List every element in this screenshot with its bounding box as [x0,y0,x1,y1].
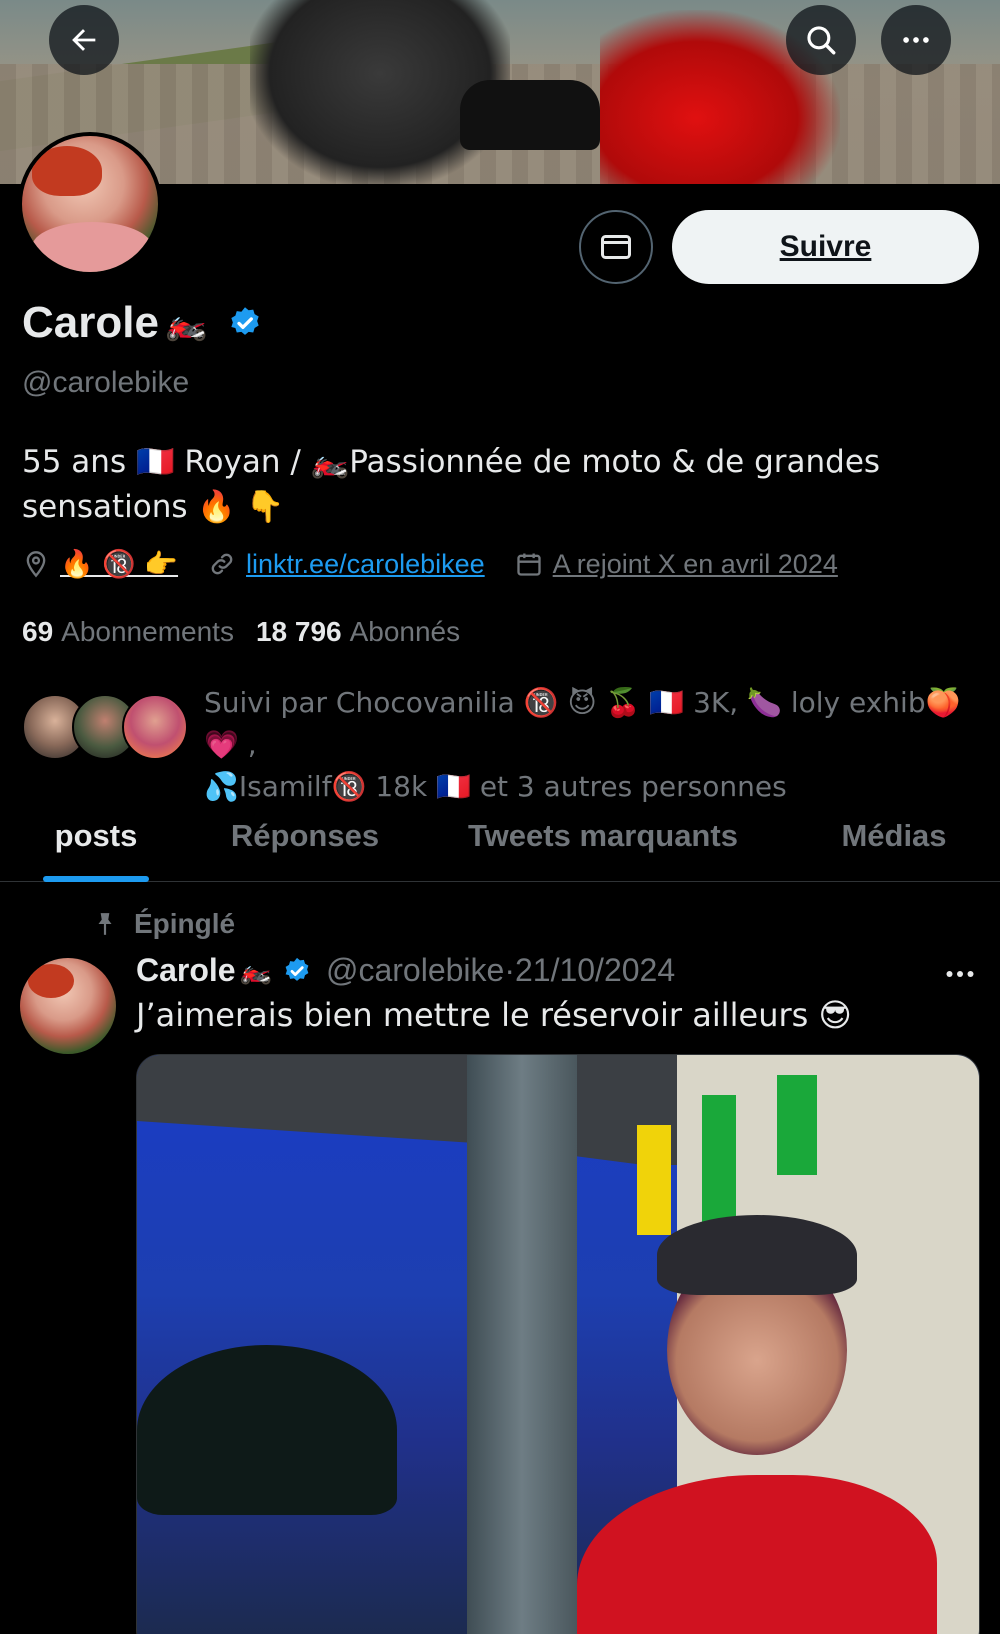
profile-handle: @carolebike [22,366,190,399]
follower-avatar [122,694,188,760]
profile-tabs: posts Réponses Tweets marquants Médias [0,790,1000,882]
back-button[interactable] [49,5,119,75]
following-stat[interactable]: 69 Abonnements [22,616,234,648]
followers-label: Abonnés [349,616,461,647]
tab-replies[interactable]: Réponses [192,790,418,882]
profile-name: Carole [22,298,159,347]
profile-website-link[interactable]: linktr.ee/carolebikee [246,549,485,580]
search-button[interactable] [786,5,856,75]
calendar-icon [517,553,541,576]
banner-bike-tank [460,80,600,150]
profile-name-row: Carole 🏍️ [22,298,263,348]
post-text: J’aimerais bien mettre le réservoir aill… [136,996,852,1034]
link-icon [211,553,233,575]
location-pin-icon [26,551,46,578]
post-media-image[interactable] [136,1054,980,1634]
profile-bio: 55 ans 🇫🇷 Royan / 🏍️Passionnée de moto &… [22,440,962,530]
profile-joined-date: A rejoint X en avril 2024 [552,548,838,579]
post-more-icon[interactable] [940,956,980,992]
follow-button[interactable]: Suivre [672,210,979,284]
following-label: Abonnements [61,616,234,647]
search-icon [807,26,836,55]
media-fuel-sign [777,1075,817,1175]
message-button[interactable] [579,210,653,284]
media-pillar [467,1055,577,1634]
profile-meta: 🔥 🔞 👉 linktr.ee/carolebikee A rejoint X … [22,548,838,580]
profile-stats: 69 Abonnements 18 796 Abonnés [22,616,460,648]
followers-count: 18 796 [255,616,342,647]
avatar-hair [32,146,102,196]
following-count: 69 [22,616,54,647]
profile-page: Suivre Carole 🏍️ @carolebike 55 ans 🇫🇷 R… [0,0,1000,1634]
followed-by-line: Suivi par Chocovanilia 🔞 😈 🍒 🇫🇷 3K, 🍆 lo… [204,686,961,761]
media-trees [137,1345,397,1515]
avatar-shirt [32,222,152,272]
more-horizontal-icon [903,37,929,43]
followers-stat[interactable]: 18 796 Abonnés [256,616,460,648]
tab-highlights[interactable]: Tweets marquants [418,790,788,882]
tab-posts[interactable]: posts [0,790,192,882]
motorcycle-emoji: 🏍️ [164,303,208,343]
followed-by-row[interactable]: Suivi par Chocovanilia 🔞 😈 🍒 🇫🇷 3K, 🍆 lo… [22,682,982,803]
bio-line: sensations 🔥 👇 [22,489,285,525]
pinned-indicator: Épinglé [92,908,235,940]
media-fuel-sign [637,1125,671,1235]
verified-badge-icon[interactable] [227,305,263,341]
post-author-avatar[interactable] [20,958,116,1054]
bio-line: 55 ans 🇫🇷 Royan / 🏍️Passionnée de moto &… [22,444,881,480]
envelope-icon [601,235,631,259]
post-author-name[interactable]: Carole [136,952,236,989]
post-date[interactable]: ·21/10/2024 [504,952,675,989]
arrow-left-icon [72,29,96,51]
more-button[interactable] [881,5,951,75]
post-header: Carole 🏍️ @carolebike ·21/10/2024 [136,952,675,989]
post-author-handle[interactable]: @carolebike [326,952,504,989]
profile-location: 🔥 🔞 👉 [60,549,179,580]
media-red-top [577,1475,937,1634]
verified-badge-icon[interactable] [282,956,312,986]
pinned-label: Épinglé [134,908,236,939]
pin-icon [98,913,112,935]
tab-media[interactable]: Médias [788,790,1000,882]
media-bandana [657,1215,857,1295]
profile-avatar[interactable] [18,132,162,276]
avatar-hair [28,964,74,998]
motorcycle-emoji: 🏍️ [239,955,272,986]
